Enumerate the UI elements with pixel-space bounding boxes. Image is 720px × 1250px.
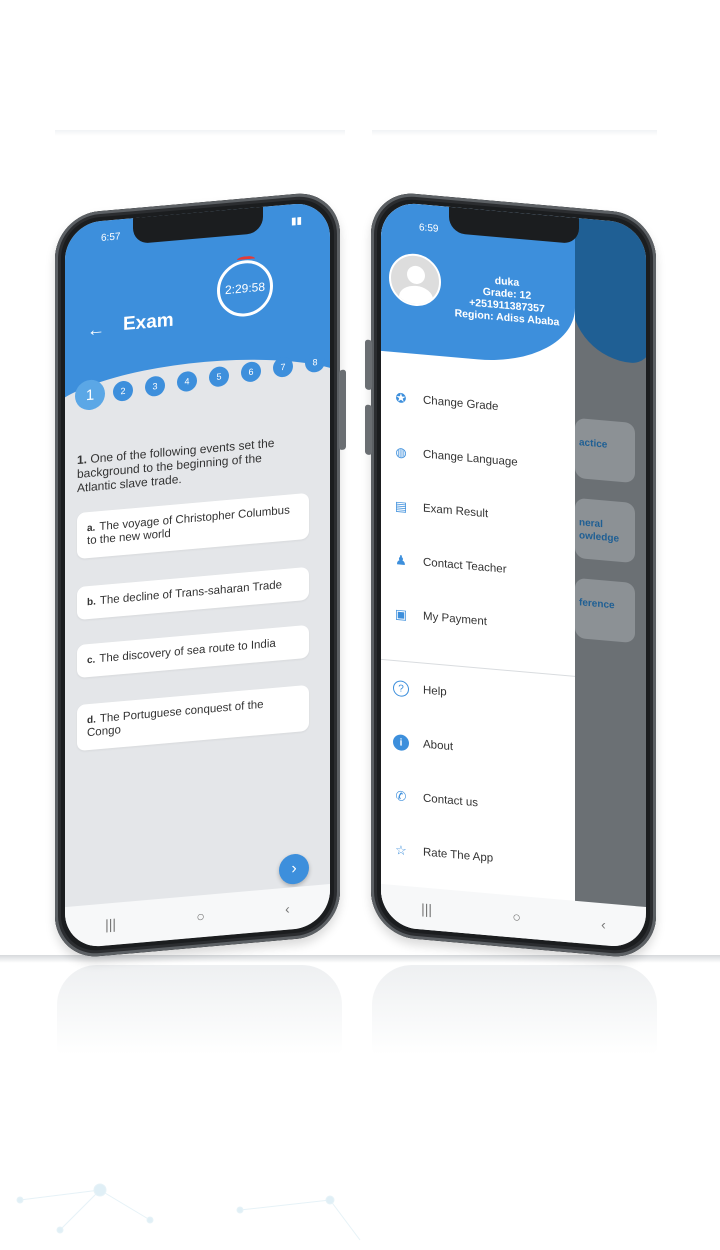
menu-label: Help [423, 684, 447, 699]
menu-label: Change Language [423, 448, 518, 469]
next-question-button[interactable]: › [279, 852, 309, 886]
bg-card: actice [575, 417, 635, 484]
info-icon: i [393, 733, 409, 752]
option-text: The Portuguese conquest of the Congo [87, 698, 264, 740]
menu-change-language[interactable]: ◍ Change Language [393, 444, 518, 471]
volume-up-button [365, 339, 372, 391]
page-title: Exam [123, 309, 174, 336]
menu-label: Exam Result [423, 502, 489, 521]
menu-my-payment[interactable]: ▣ My Payment [393, 606, 487, 630]
navigation-drawer: 6:59 duka Grade: 12 +251911387357 Region… [381, 200, 575, 943]
menu-label: Contact Teacher [423, 556, 507, 576]
question-number[interactable]: 4 [177, 370, 197, 393]
option-letter: a. [87, 522, 96, 535]
question-number[interactable]: 2 [113, 380, 133, 402]
menu-label: Change Grade [423, 394, 499, 414]
status-icons: ▮▮ [290, 215, 302, 228]
menu-contact-us[interactable]: ✆ Contact us [393, 788, 478, 811]
menu-about[interactable]: i About [393, 733, 454, 755]
question-number[interactable]: 7 [273, 356, 293, 378]
ground-shadow [0, 955, 720, 963]
menu-rate-app[interactable]: ☆ Rate The App [393, 842, 493, 867]
top-shadow-left [55, 130, 345, 136]
answer-option-b[interactable]: b. The decline of Trans-saharan Trade [77, 566, 309, 621]
left-phone: 6:57 ▮▮ ← Exam 2:29:58 1 2 3 4 5 6 7 8 1… [55, 190, 346, 960]
option-letter: b. [87, 596, 96, 609]
option-letter: d. [87, 714, 96, 727]
status-time: 6:57 [101, 231, 121, 244]
menu-exam-result[interactable]: ▤ Exam Result [393, 498, 488, 522]
help-icon: ? [393, 679, 409, 698]
option-text: The voyage of Christopher Columbus to th… [87, 504, 290, 548]
menu-contact-teacher[interactable]: ♟ Contact Teacher [393, 552, 507, 578]
menu-label: My Payment [423, 610, 487, 629]
globe-icon: ◍ [395, 444, 407, 461]
left-phone-reflection [57, 965, 342, 1055]
payment-icon: ▣ [394, 606, 408, 623]
recents-icon[interactable]: ||| [421, 900, 432, 917]
phone-icon: ✆ [395, 788, 407, 805]
right-phone-reflection [372, 965, 657, 1055]
exam-screen: 6:57 ▮▮ ← Exam 2:29:58 1 2 3 4 5 6 7 8 1… [65, 200, 330, 950]
right-phone: actice neral owledge ference 6:59 duka G… [365, 190, 656, 960]
question-number[interactable]: 6 [241, 360, 261, 383]
home-icon[interactable]: ○ [196, 908, 204, 925]
menu-label: About [423, 738, 454, 754]
teacher-icon: ♟ [395, 552, 407, 569]
document-icon: ▤ [394, 498, 408, 515]
system-nav-bar: ||| ○ ‹ [65, 883, 330, 950]
bg-card: neral owledge [575, 497, 635, 564]
question-number[interactable]: 8 [305, 351, 325, 374]
back-icon[interactable]: ‹ [285, 900, 290, 916]
network-decoration [16, 1183, 361, 1241]
volume-down-button [365, 404, 372, 456]
menu-help[interactable]: ? Help [393, 679, 447, 701]
power-button [339, 369, 346, 451]
bg-card: ference [575, 577, 635, 644]
question-number[interactable]: 1 [75, 378, 105, 412]
drawer-screen: actice neral owledge ference 6:59 duka G… [381, 200, 646, 950]
question-number[interactable]: 5 [209, 365, 229, 388]
option-text: The decline of Trans-saharan Trade [99, 579, 283, 608]
menu-divider [381, 658, 575, 677]
menu-label: Contact us [423, 792, 478, 810]
award-icon: ✪ [395, 390, 407, 407]
menu-label: Rate The App [423, 846, 494, 865]
home-icon[interactable]: ○ [512, 908, 520, 925]
promo-canvas: 6:57 ▮▮ ← Exam 2:29:58 1 2 3 4 5 6 7 8 1… [0, 0, 720, 1250]
menu-change-grade[interactable]: ✪ Change Grade [393, 390, 499, 415]
back-icon[interactable]: ‹ [601, 916, 606, 932]
star-icon: ☆ [395, 842, 407, 859]
back-arrow-icon[interactable]: ← [87, 319, 105, 342]
answer-option-c[interactable]: c. The discovery of sea route to India [77, 624, 309, 679]
option-text: The discovery of sea route to India [99, 637, 276, 666]
option-letter: c. [87, 654, 96, 667]
question-number[interactable]: 3 [145, 375, 165, 398]
question-number-label: 1. [77, 452, 88, 468]
answer-option-d[interactable]: d. The Portuguese conquest of the Congo [77, 684, 309, 752]
top-shadow-right [372, 130, 657, 136]
status-time: 6:59 [419, 222, 439, 235]
recents-icon[interactable]: ||| [105, 916, 116, 933]
answer-option-a[interactable]: a. The voyage of Christopher Columbus to … [77, 492, 309, 560]
